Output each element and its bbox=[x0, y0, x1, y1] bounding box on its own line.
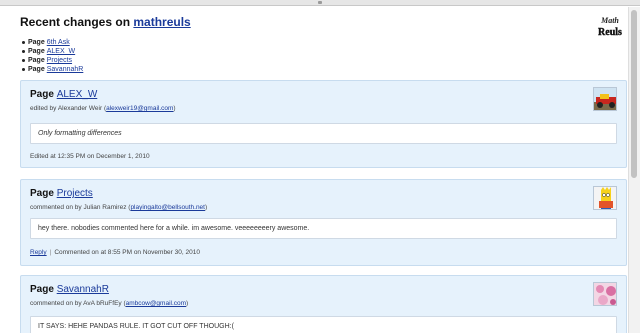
reply-link[interactable]: Reply bbox=[30, 249, 47, 256]
summary-item-kind: Page bbox=[28, 57, 45, 64]
card-kind: Page bbox=[30, 188, 54, 199]
card-title: Page SavannahR bbox=[30, 284, 109, 295]
bart-avatar bbox=[593, 186, 617, 210]
edit-timestamp: Edited at 12:35 PM on December 1, 2010 bbox=[30, 153, 150, 160]
author-email-link[interactable]: ambcow@gmail.com bbox=[126, 300, 186, 307]
site-logo: Math Reuls bbox=[598, 16, 622, 38]
change-content-text: IT SAYS: HEHE PANDAS RULE. IT GOT CUT OF… bbox=[38, 323, 234, 330]
byline-text: edited by Alexander Weir ( bbox=[30, 105, 107, 112]
summary-item: Page ALEX_W bbox=[22, 47, 83, 56]
summary-item-kind: Page bbox=[28, 39, 45, 46]
byline-close: ) bbox=[186, 300, 189, 307]
summary-item-link[interactable]: Projects bbox=[47, 57, 72, 64]
card-byline: commented on by Julian Ramirez (playinga… bbox=[30, 204, 207, 211]
change-content-text: Only formatting differences bbox=[38, 130, 122, 137]
window-top-bar bbox=[0, 0, 640, 6]
card-title: Page ALEX_W bbox=[30, 89, 97, 100]
summary-item: Page SavannahR bbox=[22, 65, 83, 74]
card-footer: Edited at 12:35 PM on December 1, 2010 bbox=[30, 153, 150, 160]
logo-text-top: Math bbox=[600, 16, 619, 25]
summary-item-link[interactable]: SavannahR bbox=[47, 66, 84, 73]
logo-text-bottom: Reuls bbox=[598, 27, 622, 38]
change-card: Page ALEX_W edited by Alexander Weir (al… bbox=[20, 80, 627, 168]
summary-item-kind: Page bbox=[28, 66, 45, 73]
byline-text: commented on by AvA bRuFfEy ( bbox=[30, 300, 126, 307]
card-kind: Page bbox=[30, 89, 54, 100]
page-title-prefix: Recent changes on bbox=[20, 15, 131, 29]
summary-item: Page 6th Ask bbox=[22, 38, 83, 47]
page-title: Recent changes on mathreuls bbox=[20, 15, 191, 29]
resize-grip-icon bbox=[318, 1, 322, 4]
summary-item-kind: Page bbox=[28, 48, 45, 55]
change-card: Page SavannahR commented on by AvA bRuFf… bbox=[20, 275, 627, 333]
change-content-box: IT SAYS: HEHE PANDAS RULE. IT GOT CUT OF… bbox=[30, 316, 617, 333]
racecar-avatar bbox=[593, 87, 617, 111]
change-content-box: hey there. nobodies commented here for a… bbox=[30, 218, 617, 239]
summary-item-link[interactable]: ALEX_W bbox=[47, 48, 75, 55]
byline-close: ) bbox=[173, 105, 176, 112]
card-page-link[interactable]: SavannahR bbox=[57, 284, 109, 295]
pink-pattern-avatar bbox=[593, 282, 617, 306]
card-byline: edited by Alexander Weir (alexweir19@gma… bbox=[30, 105, 176, 112]
scrollbar-thumb[interactable] bbox=[631, 10, 637, 178]
change-content-box: Only formatting differences bbox=[30, 123, 617, 144]
byline-close: ) bbox=[204, 204, 208, 211]
comment-timestamp: Commented on at 8:55 PM on November 30, … bbox=[54, 249, 200, 256]
author-email-link[interactable]: alexweir19@gmail.com bbox=[106, 105, 173, 112]
change-summary-list: Page 6th Ask Page ALEX_W Page Projects Page… bbox=[22, 38, 83, 74]
author-email-link[interactable]: playingalto@bellsouth.net bbox=[130, 204, 205, 211]
site-name-link[interactable]: mathreuls bbox=[133, 15, 190, 29]
card-title: Page Projects bbox=[30, 188, 93, 199]
summary-item-link[interactable]: 6th Ask bbox=[47, 39, 70, 46]
change-content-text: hey there. nobodies commented here for a… bbox=[38, 225, 310, 232]
card-footer: Reply | Commented on at 8:55 PM on Novembe… bbox=[30, 249, 200, 256]
footer-separator: | bbox=[49, 249, 52, 256]
change-card: Page Projects commented on by Julian Ram… bbox=[20, 179, 627, 266]
byline-text: commented on by Julian Ramirez ( bbox=[30, 204, 131, 211]
summary-item: Page Projects bbox=[22, 56, 83, 65]
card-kind: Page bbox=[30, 284, 54, 295]
card-byline: commented on by AvA bRuFfEy (ambcow@gmai… bbox=[30, 300, 188, 307]
card-page-link[interactable]: Projects bbox=[57, 188, 93, 199]
card-page-link[interactable]: ALEX_W bbox=[57, 89, 98, 100]
